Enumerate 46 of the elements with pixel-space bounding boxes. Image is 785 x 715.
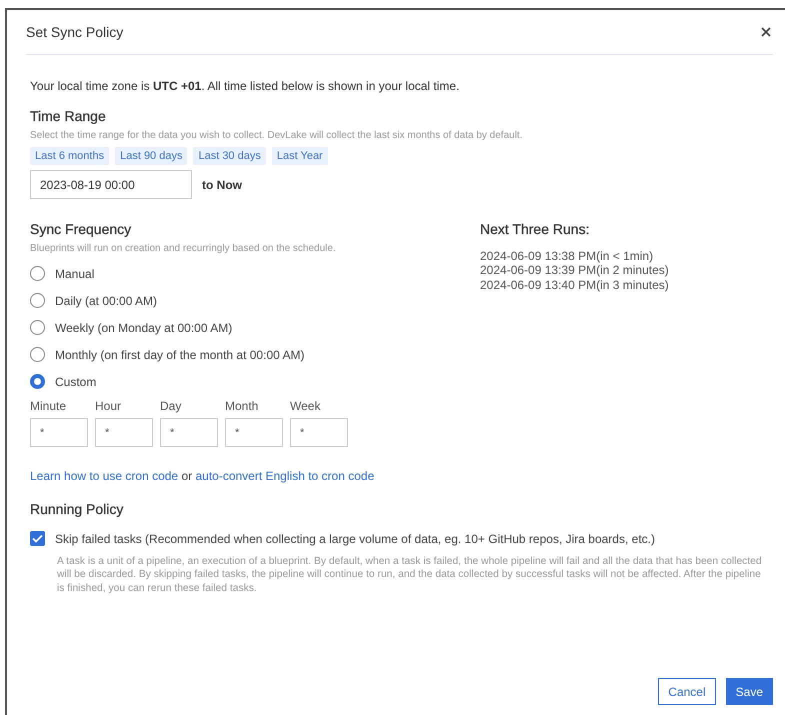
- radio-icon[interactable]: [30, 320, 45, 335]
- preset-button[interactable]: Last 6 months: [30, 147, 110, 165]
- joiner-text: or: [181, 469, 192, 483]
- radio-icon[interactable]: [30, 293, 45, 308]
- radio-icon[interactable]: [30, 374, 45, 389]
- date-field[interactable]: 2023-08-19 00:00: [30, 170, 192, 199]
- section-heading: Next Three Runs:: [480, 221, 590, 237]
- cron-field[interactable]: *: [160, 418, 218, 447]
- preset-button[interactable]: Last Year: [272, 147, 328, 165]
- cron-field[interactable]: *: [30, 418, 88, 447]
- radio-option[interactable]: Weekly (on Monday at 00:00 AM): [30, 314, 232, 341]
- section-heading: Time Range: [30, 108, 107, 124]
- preset-button[interactable]: Last 30 days: [193, 147, 266, 165]
- cron-field[interactable]: *: [290, 418, 348, 447]
- cron-field[interactable]: *: [95, 418, 153, 447]
- preset-button[interactable]: Last 90 days: [115, 147, 188, 165]
- field-label: Week: [290, 399, 322, 413]
- cron-field[interactable]: *: [225, 418, 283, 447]
- radio-option[interactable]: Monthly (on first day of the month at 00:00 AM): [30, 341, 304, 368]
- section-heading: Sync Frequency: [30, 221, 132, 237]
- radio-option[interactable]: Daily (at 00:00 AM): [30, 287, 158, 314]
- field-label: Hour: [95, 399, 122, 413]
- field-label: Minute: [30, 399, 68, 413]
- save-button[interactable]: Save: [726, 678, 773, 705]
- run-time: 2024-06-09 13:40 PM(in 3 minutes): [480, 278, 670, 292]
- radio-option[interactable]: Custom: [30, 368, 96, 395]
- field-label: Day: [160, 399, 182, 413]
- field-label: Month: [225, 399, 260, 413]
- run-time: 2024-06-09 13:39 PM(in 2 minutes): [480, 263, 670, 278]
- radio-option[interactable]: Manual: [30, 260, 94, 287]
- help-link[interactable]: Learn how to use cron code: [30, 469, 178, 483]
- timezone-note: Your local time zone is UTC +01. All time listed below is shown in your local time.: [30, 79, 460, 93]
- radio-icon[interactable]: [30, 347, 45, 362]
- section-heading: Running Policy: [30, 501, 124, 517]
- checkbox[interactable]: [30, 531, 45, 546]
- radio-icon[interactable]: [30, 266, 45, 281]
- cancel-button[interactable]: Cancel: [658, 678, 716, 705]
- run-time: 2024-06-09 13:38 PM(in < 1min): [480, 249, 654, 264]
- section-description: Blueprints will run on creation and recurringly based on the schedule.: [30, 243, 337, 254]
- checkbox-label: Skip failed tasks (Recommended when collecting a large volume of data, eg. 10+ GitHub repos, Jira boards, etc.): [55, 532, 655, 546]
- dialog-title: Set Sync Policy: [26, 24, 124, 40]
- range-suffix: to Now: [202, 178, 242, 192]
- convert-link[interactable]: auto-convert English to cron code: [195, 469, 374, 483]
- policy-description: A task is a unit of a pipeline, an execution of a blueprint. By default, when a task is failed, the whole pipeline will fail and all the data that has been collected will be discarded. By skipping failed tasks, the pipeline will continue to run, and the data collected by successful tasks will not be affected. After the pipeline is finished, you can rerun these failed tasks.: [57, 555, 763, 596]
- close-icon[interactable]: [759, 25, 773, 39]
- section-description: Select the time range for the data you wish to collect. DevLake will collect the last six months of data by default.: [30, 130, 524, 141]
